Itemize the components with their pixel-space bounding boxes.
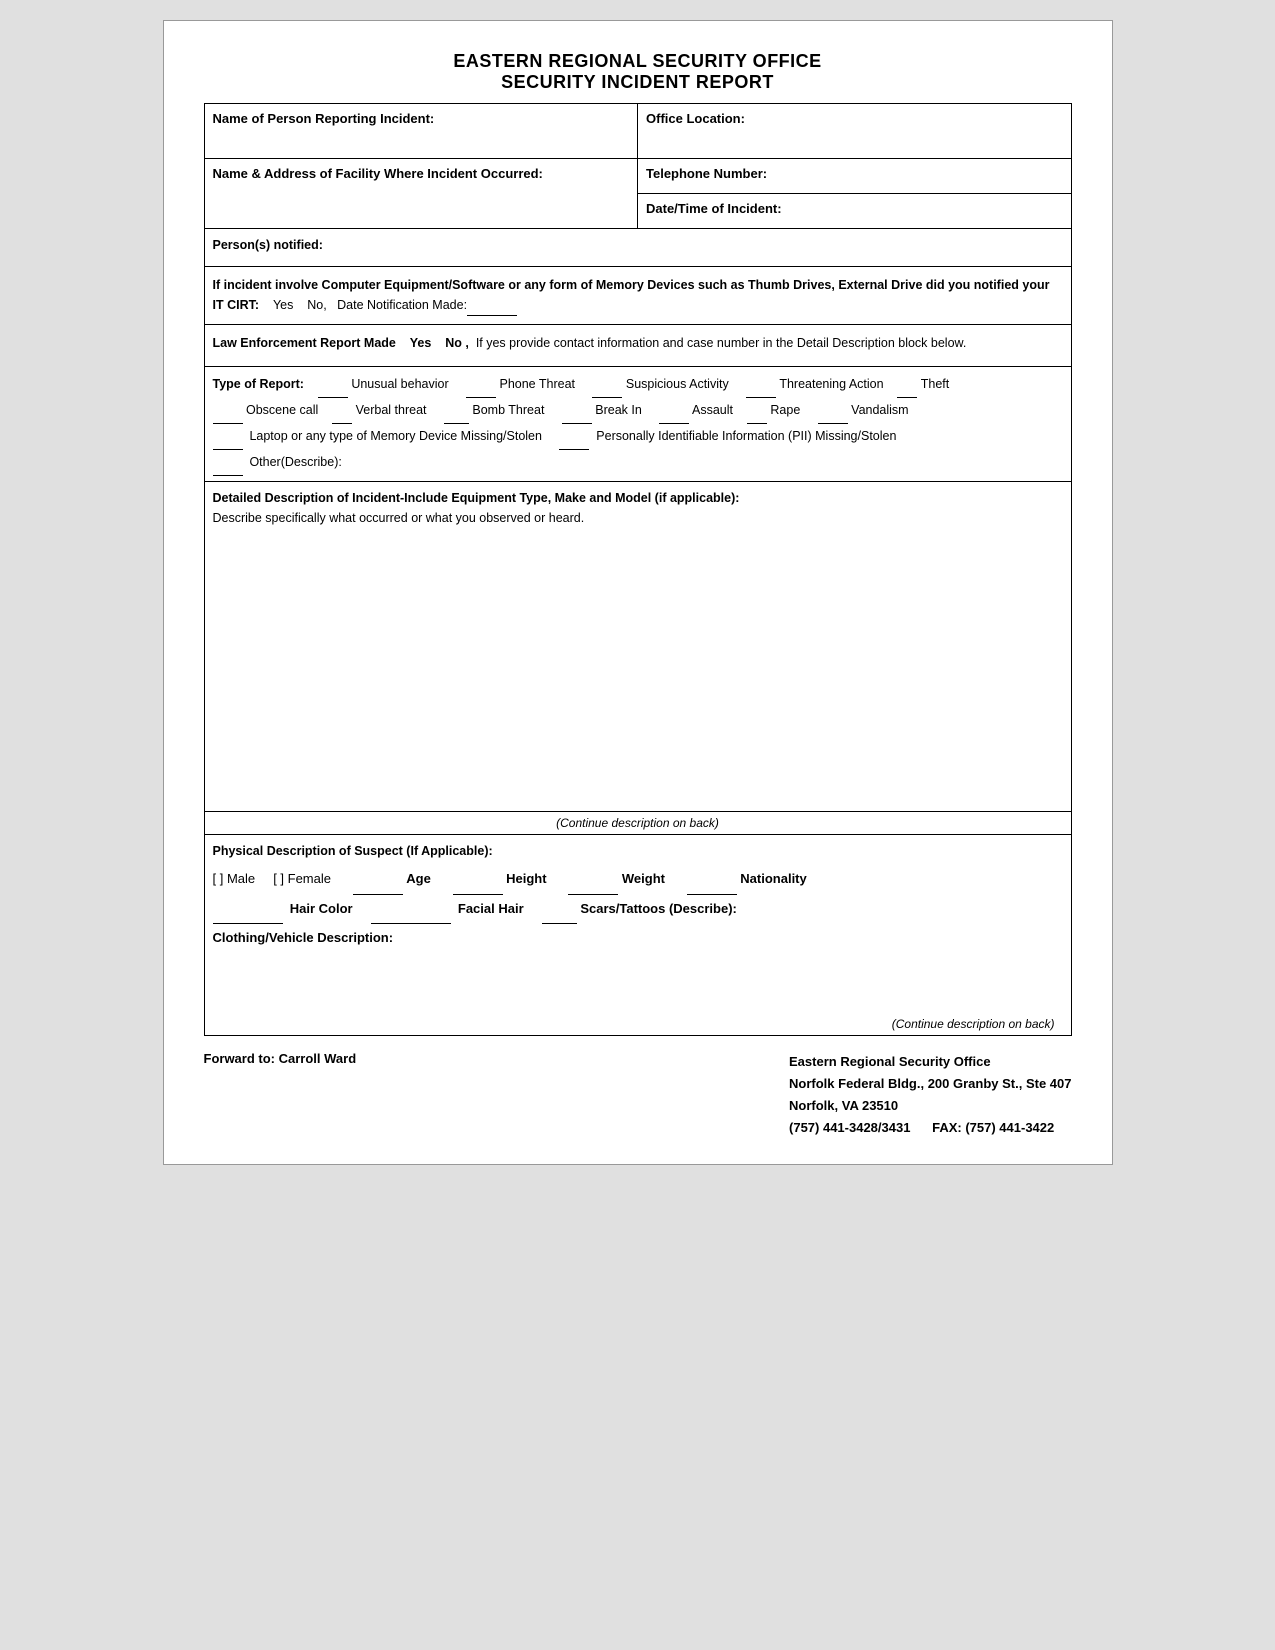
datetime-label: Date/Time of Incident: [646,201,782,216]
row-it-cirt: If incident involve Computer Equipment/S… [204,267,1071,325]
type-phone-threat: Phone Threat [499,377,575,391]
type-row-3: Laptop or any type of Memory Device Miss… [213,424,1063,450]
forward-to: Forward to: Carroll Ward [204,1051,357,1066]
physical-row-2: Hair Color Facial Hair Scars/Tattoos (De… [213,895,1063,925]
it-yes: Yes [273,298,293,312]
law-blank1 [399,336,409,350]
office-fax: FAX: (757) 441-3422 [932,1120,1054,1135]
male-label: [ ] Male [213,871,256,886]
physical-label-text: Physical Description of Suspect (If Appl… [213,844,493,858]
female-label: [ ] Female [273,871,331,886]
row-persons-notified: Person(s) notified: [204,229,1071,267]
law-no: No , [445,336,469,350]
facility-name-label: Name & Address of Facility Where Inciden… [213,166,543,181]
facility-name-cell: Name & Address of Facility Where Inciden… [204,159,638,229]
type-report-cell: Type of Report: Unusual behavior Phone T… [204,367,1071,482]
description-cell: Detailed Description of Incident-Include… [204,482,1071,835]
continue-back: (Continue description on back) [213,1013,1063,1035]
type-rape: Rape [770,403,800,417]
it-date-label: Date Notification Made: [337,298,467,312]
law-label: Law Enforcement Report Made [213,336,396,350]
type-break-in: Break In [595,403,642,417]
continue-description: (Continue description on back) [205,812,1071,834]
clothing-area[interactable] [213,953,1063,1013]
physical-cell: Physical Description of Suspect (If Appl… [204,835,1071,1036]
law-yes: Yes [410,336,432,350]
description-header: Detailed Description of Incident-Include… [205,482,1071,532]
description-label: Detailed Description of Incident-Include… [213,491,740,505]
name-reporting-cell: Name of Person Reporting Incident: [204,104,638,159]
type-row-4: Other(Describe): [213,450,1063,476]
row-name-office: Name of Person Reporting Incident: Offic… [204,104,1071,159]
main-form-table: Name of Person Reporting Incident: Offic… [204,103,1072,1036]
it-blank1 [263,298,273,312]
footer-left: Forward to: Carroll Ward [204,1051,357,1139]
law-blank2 [435,336,445,350]
office-location-label: Office Location: [646,111,745,126]
physical-row-1: [ ] Male [ ] Female Age Height Weight [213,865,1063,895]
persons-notified-cell: Person(s) notified: [204,229,1071,267]
row-description: Detailed Description of Incident-Include… [204,482,1071,835]
type-bomb: Bomb Threat [472,403,544,417]
office-address2: Norfolk, VA 23510 [789,1095,1071,1117]
type-label: Type of Report: [213,377,304,391]
physical-row-3: Clothing/Vehicle Description: [213,924,1063,953]
page: EASTERN REGIONAL SECURITY OFFICE SECURIT… [163,20,1113,1165]
weight-label: Weight [622,871,665,886]
type-vandalism: Vandalism [851,403,908,417]
physical-label: Physical Description of Suspect (If Appl… [213,841,1063,861]
it-cirt-cell: If incident involve Computer Equipment/S… [204,267,1071,325]
title-line1: EASTERN REGIONAL SECURITY OFFICE [204,51,1072,72]
office-contact: (757) 441-3428/3431 FAX: (757) 441-3422 [789,1117,1071,1139]
clothing-label: Clothing/Vehicle Description: [213,930,394,945]
title-line2: SECURITY INCIDENT REPORT [204,72,1072,93]
type-suspicious: Suspicious Activity [626,377,729,391]
type-laptop: Laptop or any type of Memory Device Miss… [249,429,542,443]
type-unusual: Unusual behavior [351,377,448,391]
type-theft: Theft [921,377,950,391]
it-blank2 [297,298,307,312]
scars-label: Scars/Tattoos (Describe): [580,901,737,916]
type-assault: Assault [692,403,733,417]
office-location-cell: Office Location: [638,104,1072,159]
title-section: EASTERN REGIONAL SECURITY OFFICE SECURIT… [204,51,1072,93]
persons-notified-label: Person(s) notified: [213,238,323,252]
office-address1: Norfolk Federal Bldg., 200 Granby St., S… [789,1073,1071,1095]
telephone-label: Telephone Number: [646,166,767,181]
datetime-cell: Date/Time of Incident: [638,194,1072,229]
type-verbal: Verbal threat [356,403,427,417]
office-name: Eastern Regional Security Office [789,1051,1071,1073]
age-label: Age [406,871,431,886]
description-area[interactable] [205,532,1071,812]
hair-color-label: Hair Color [290,901,353,916]
row-type-report: Type of Report: Unusual behavior Phone T… [204,367,1071,482]
description-sub: Describe specifically what occurred or w… [213,511,585,525]
footer: Forward to: Carroll Ward Eastern Regiona… [204,1036,1072,1144]
facial-hair-label: Facial Hair [458,901,524,916]
type-other: Other(Describe): [249,455,341,469]
office-phone: (757) 441-3428/3431 [789,1120,910,1135]
type-pii: Personally Identifiable Information (PII… [596,429,896,443]
row-physical: Physical Description of Suspect (If Appl… [204,835,1071,1036]
telephone-cell: Telephone Number: [638,159,1072,194]
it-cirt-text: If incident involve Computer Equipment/S… [213,278,1050,312]
type-row-1: Type of Report: Unusual behavior Phone T… [213,372,1063,398]
name-reporting-label: Name of Person Reporting Incident: [213,111,435,126]
type-obscene: Obscene call [246,403,318,417]
row-law-enforcement: Law Enforcement Report Made Yes No , If … [204,325,1071,367]
law-if-yes: If yes provide contact information and c… [476,336,967,350]
type-row-2: Obscene call Verbal threat Bomb Threat B… [213,398,1063,424]
law-enforcement-cell: Law Enforcement Report Made Yes No , If … [204,325,1071,367]
row-facility-tel: Name & Address of Facility Where Inciden… [204,159,1071,194]
it-no: No, [307,298,326,312]
nationality-label: Nationality [740,871,806,886]
height-label: Height [506,871,546,886]
footer-right: Eastern Regional Security Office Norfolk… [789,1051,1071,1139]
type-threatening: Threatening Action [779,377,883,391]
law-enforcement-text: Law Enforcement Report Made Yes No , If … [213,336,967,350]
